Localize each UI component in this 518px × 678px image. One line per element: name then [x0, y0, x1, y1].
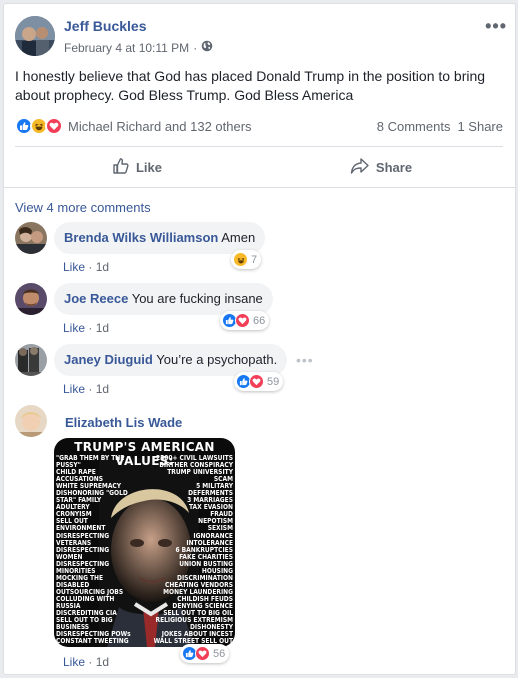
commenter-name[interactable]: Janey Diuguid — [64, 352, 153, 367]
comment-actions: Like · 1d — [63, 382, 110, 396]
love-reaction-icon — [195, 646, 210, 661]
shares-count[interactable]: 1 Share — [457, 119, 503, 134]
love-reaction-icon — [249, 374, 264, 389]
author-avatar[interactable] — [15, 16, 55, 56]
more-options-icon[interactable]: ••• — [485, 16, 507, 37]
like-label: Like — [135, 159, 162, 175]
share-icon — [350, 157, 370, 178]
comment-time[interactable]: 1d — [96, 382, 109, 396]
comment-text: You are fucking insane — [131, 291, 263, 306]
comment-bubble: Brenda Wilks Williamson Amen — [54, 222, 266, 254]
post-author[interactable]: Jeff Buckles — [64, 18, 146, 34]
comment: Janey Diuguid You’re a psychopath. ••• L… — [15, 344, 503, 396]
share-label: Share — [375, 159, 413, 175]
comment-text: You’re a psychopath. — [156, 352, 278, 367]
haha-reaction-icon — [233, 252, 248, 267]
reactions-summary: Michael Richard and 132 others 8 Comment… — [15, 115, 503, 137]
share-button[interactable]: Share — [259, 150, 503, 184]
commenter-avatar[interactable] — [15, 405, 47, 437]
comment-like-link[interactable]: Like — [63, 321, 85, 335]
post-text: I honestly believe that God has placed D… — [15, 68, 486, 103]
comments-count[interactable]: 8 Comments — [377, 119, 451, 134]
post-timestamp[interactable]: February 4 at 10:11 PM — [64, 41, 189, 55]
commenter-avatar[interactable] — [15, 222, 47, 254]
comment-image[interactable]: TRUMP'S AMERICAN VALUES: "GRAB THEM BY T… — [54, 438, 235, 647]
commenter-name[interactable]: Elizabeth Lis Wade — [65, 415, 182, 430]
commenter-avatar[interactable] — [15, 344, 47, 376]
reaction-names[interactable]: Michael Richard and 132 others — [68, 119, 252, 134]
comment-like-link[interactable]: Like — [63, 655, 85, 669]
post-counts: 8 Comments 1 Share — [377, 119, 503, 134]
comment-actions: Like · 1d — [63, 260, 110, 274]
comment-like-link[interactable]: Like — [63, 382, 85, 396]
post-card: Jeff Buckles February 4 at 10:11 PM · ••… — [3, 3, 516, 675]
globe-icon — [201, 40, 213, 55]
view-more-comments-link[interactable]: View 4 more comments — [15, 200, 151, 215]
meme-right-list: 2500+ CIVIL LAWSUITS BIRTHER CONSPIRACY … — [154, 454, 233, 645]
post-header: Jeff Buckles February 4 at 10:11 PM · ••… — [15, 16, 515, 60]
comment-reactions[interactable]: 59 — [234, 372, 284, 391]
commenter-name[interactable]: Brenda Wilks Williamson — [64, 230, 218, 245]
reaction-icons[interactable] — [15, 117, 63, 135]
commenter-name[interactable]: Joe Reece — [64, 291, 128, 306]
reaction-count: 7 — [251, 253, 258, 266]
meme-line: CONSTANT TWEETING — [56, 637, 129, 646]
thumbs-up-icon — [112, 157, 130, 178]
reaction-count: 66 — [253, 314, 266, 327]
comment: Joe Reece You are fucking insane Like · … — [15, 283, 503, 335]
like-button[interactable]: Like — [15, 150, 259, 184]
comment-actions: Like · 1d — [63, 655, 110, 669]
comment-reactions[interactable]: 56 — [180, 644, 230, 663]
comment-like-link[interactable]: Like — [63, 260, 85, 274]
comment-time[interactable]: 1d — [96, 260, 109, 274]
divider — [4, 187, 515, 188]
divider — [15, 146, 503, 147]
post-meta: February 4 at 10:11 PM · — [64, 40, 213, 55]
comment: Brenda Wilks Williamson Amen Like · 1d 7 — [15, 222, 503, 274]
comment-text: Amen — [221, 230, 256, 245]
post-actions: Like Share — [15, 150, 503, 184]
love-reaction-icon — [45, 117, 63, 135]
comment-options-icon[interactable]: ••• — [296, 352, 314, 368]
comment-reactions[interactable]: 66 — [220, 311, 270, 330]
comment-actions: Like · 1d — [63, 321, 110, 335]
reaction-count: 59 — [267, 375, 280, 388]
commenter-avatar[interactable] — [15, 283, 47, 315]
comment-reactions[interactable]: 7 — [231, 250, 262, 269]
meme-left-list: "GRAB THEM BY THE PUSSY" CHILD RAPE ACCU… — [56, 454, 131, 646]
comment: Elizabeth Lis Wade TRUMP'S AMERICAN VALU… — [15, 405, 503, 673]
love-reaction-icon — [235, 313, 250, 328]
reaction-count: 56 — [213, 647, 226, 660]
comment-time[interactable]: 1d — [96, 655, 109, 669]
comment-time[interactable]: 1d — [96, 321, 109, 335]
